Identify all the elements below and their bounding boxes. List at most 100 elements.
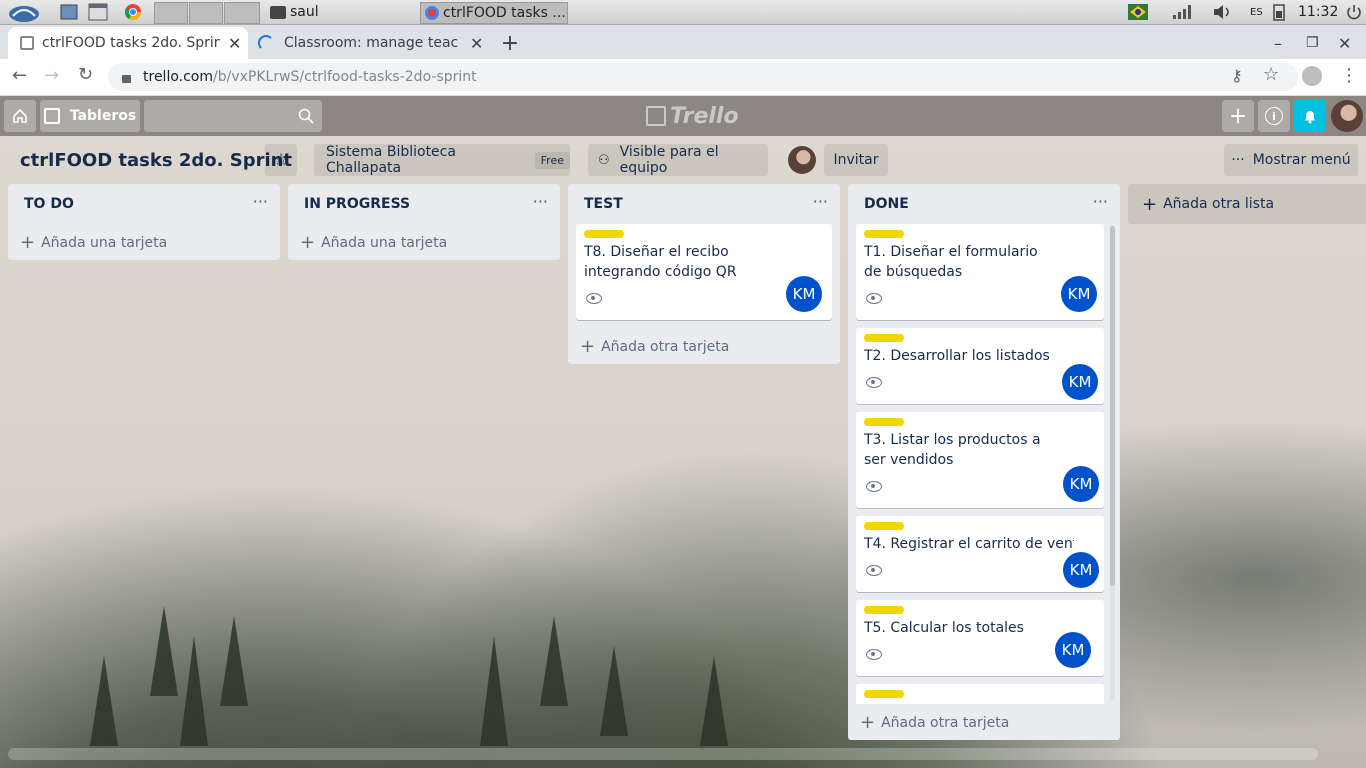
card-t3[interactable]: T3. Listar los productos a ser vendidos … bbox=[856, 412, 1104, 508]
tab-trello-board[interactable]: ctrlFOOD tasks 2do. Sprin ✕ bbox=[8, 27, 248, 59]
card-member-avatar[interactable]: KM bbox=[1061, 276, 1097, 312]
add-card-button[interactable]: + Añada otra tarjeta bbox=[860, 712, 1009, 733]
flag-icon[interactable] bbox=[1128, 2, 1148, 22]
card-member-avatar[interactable]: KM bbox=[1062, 364, 1098, 400]
card-member-avatar[interactable]: KM bbox=[786, 276, 822, 312]
add-card-button[interactable]: + Añada una tarjeta bbox=[300, 232, 447, 253]
search-input[interactable] bbox=[144, 100, 322, 132]
team-button[interactable]: Sistema Biblioteca Challapata Free bbox=[314, 144, 570, 176]
card-label-yellow bbox=[864, 230, 904, 238]
card-member-avatar[interactable]: KM bbox=[1063, 552, 1099, 588]
list-scrollbar[interactable] bbox=[1110, 226, 1115, 701]
card-label-yellow bbox=[864, 690, 904, 698]
list-menu-icon[interactable]: ··· bbox=[533, 192, 548, 211]
card-title: T4. Registrar el carrito de ventas bbox=[864, 536, 1074, 552]
info-icon: i bbox=[1265, 107, 1283, 125]
tab-label: ctrlFOOD tasks 2do. Sprin bbox=[42, 35, 220, 51]
list-menu-icon[interactable]: ··· bbox=[253, 192, 268, 211]
card-partial[interactable] bbox=[856, 684, 1104, 704]
power-icon[interactable] bbox=[1346, 2, 1362, 22]
board-title[interactable]: ctrlFOOD tasks 2do. Sprint bbox=[20, 150, 292, 171]
address-bar[interactable]: trello.com/b/vxPKLrwS/ctrlfood-tasks-2do… bbox=[108, 63, 1298, 91]
taskbar-slot[interactable] bbox=[154, 2, 188, 24]
start-menu-icon[interactable] bbox=[4, 2, 44, 22]
forward-arrow-icon[interactable]: → bbox=[44, 65, 59, 86]
add-card-button[interactable]: + Añada otra tarjeta bbox=[580, 336, 729, 357]
board-horizontal-scrollbar[interactable] bbox=[8, 748, 1318, 760]
close-window-button[interactable]: ✕ bbox=[1338, 27, 1356, 59]
keyboard-layout-indicator[interactable]: ES bbox=[1250, 2, 1263, 22]
info-button[interactable]: i bbox=[1258, 100, 1290, 132]
card-label-yellow bbox=[584, 230, 624, 238]
invite-button[interactable]: Invitar bbox=[824, 144, 888, 176]
taskbar-window-label: saul bbox=[290, 4, 319, 20]
card-t8[interactable]: T8. Diseñar el recibo integrando código … bbox=[576, 224, 832, 320]
browser-toolbar: ← → ↻ trello.com/b/vxPKLrwS/ctrlfood-tas… bbox=[0, 59, 1366, 96]
minimize-button[interactable]: – bbox=[1274, 27, 1292, 59]
list-menu-icon[interactable]: ··· bbox=[1093, 192, 1108, 211]
boards-button[interactable]: Tableros bbox=[40, 100, 140, 132]
tree-decoration bbox=[540, 616, 568, 706]
add-list-button[interactable]: + Añada otra lista bbox=[1128, 184, 1366, 224]
card-title: T2. Desarrollar los listados bbox=[864, 348, 1050, 364]
profile-icon[interactable] bbox=[1302, 66, 1322, 86]
card-member-avatar[interactable]: KM bbox=[1055, 632, 1091, 668]
signal-icon[interactable] bbox=[1172, 2, 1192, 22]
card-t1[interactable]: T1. Diseñar el formulario de búsquedas K… bbox=[856, 224, 1104, 320]
file-manager-icon[interactable] bbox=[60, 2, 80, 22]
card-member-avatar[interactable]: KM bbox=[1063, 466, 1099, 502]
card-title: T1. Diseñar el formulario de búsquedas bbox=[864, 244, 1038, 280]
new-tab-button[interactable]: + bbox=[498, 27, 522, 59]
volume-icon[interactable] bbox=[1212, 2, 1234, 22]
taskbar-window-folder[interactable]: saul bbox=[270, 2, 415, 22]
tree-decoration bbox=[480, 636, 508, 746]
visibility-button[interactable]: ⚇ Visible para el equipo bbox=[588, 144, 768, 176]
taskbar-slot[interactable] bbox=[189, 2, 223, 24]
battery-icon[interactable] bbox=[1270, 2, 1288, 22]
member-avatar[interactable] bbox=[1331, 100, 1363, 132]
trello-logo[interactable]: Trello bbox=[646, 104, 739, 129]
card-t5[interactable]: T5. Calcular los totales KM bbox=[856, 600, 1104, 676]
list-title[interactable]: TO DO bbox=[24, 196, 74, 212]
star-board-button[interactable]: ☆ bbox=[265, 144, 297, 176]
key-icon[interactable]: ⚷ bbox=[1231, 66, 1243, 85]
taskbar-slot[interactable] bbox=[224, 2, 260, 24]
star-icon[interactable]: ☆ bbox=[1263, 64, 1279, 85]
maximize-button[interactable]: ❐ bbox=[1306, 27, 1324, 59]
show-menu-button[interactable]: ··· Mostrar menú bbox=[1224, 144, 1358, 176]
card-label-yellow bbox=[864, 606, 904, 614]
os-taskbar: saul ctrlFOOD tasks ... ES 11:32 bbox=[0, 0, 1366, 25]
card-t4[interactable]: T4. Registrar el carrito de ventas KM bbox=[856, 516, 1104, 592]
list-scrollbar-thumb[interactable] bbox=[1110, 226, 1115, 586]
tree-decoration bbox=[150, 606, 178, 696]
home-button[interactable] bbox=[4, 100, 36, 132]
free-badge: Free bbox=[534, 151, 570, 169]
list-done: DONE ··· T1. Diseñar el formulario de bú… bbox=[848, 184, 1120, 740]
back-arrow-icon[interactable]: ← bbox=[12, 65, 27, 86]
chrome-launcher-icon[interactable] bbox=[124, 2, 144, 22]
show-menu-label: Mostrar menú bbox=[1252, 152, 1351, 168]
card-title: T5. Calcular los totales bbox=[864, 620, 1024, 636]
reload-icon[interactable]: ↻ bbox=[78, 64, 93, 85]
close-icon[interactable]: ✕ bbox=[470, 34, 483, 53]
browser-menu-icon[interactable]: ⋮ bbox=[1340, 65, 1358, 86]
terminal-icon[interactable] bbox=[88, 2, 108, 22]
tab-label: Classroom: manage teach bbox=[284, 35, 458, 51]
board-member-avatar[interactable] bbox=[788, 146, 816, 174]
taskbar-window-label: ctrlFOOD tasks ... bbox=[443, 5, 566, 21]
card-t2[interactable]: T2. Desarrollar los listados KM bbox=[856, 328, 1104, 404]
create-button[interactable]: + bbox=[1222, 100, 1254, 132]
list-title[interactable]: TEST bbox=[584, 196, 623, 212]
taskbar-window-chrome[interactable]: ctrlFOOD tasks ... bbox=[420, 2, 568, 24]
tab-classroom[interactable]: Classroom: manage teach ✕ bbox=[250, 27, 486, 59]
list-title[interactable]: IN PROGRESS bbox=[304, 196, 410, 212]
close-icon[interactable]: ✕ bbox=[228, 34, 241, 53]
trello-header: Tableros Trello + i bbox=[0, 96, 1366, 136]
chrome-icon bbox=[425, 6, 439, 20]
lock-icon bbox=[122, 75, 131, 83]
add-card-button[interactable]: + Añada una tarjeta bbox=[20, 232, 167, 253]
clock[interactable]: 11:32 bbox=[1298, 2, 1338, 22]
list-title[interactable]: DONE bbox=[864, 196, 909, 212]
notifications-button[interactable] bbox=[1294, 100, 1326, 132]
list-menu-icon[interactable]: ··· bbox=[813, 192, 828, 211]
